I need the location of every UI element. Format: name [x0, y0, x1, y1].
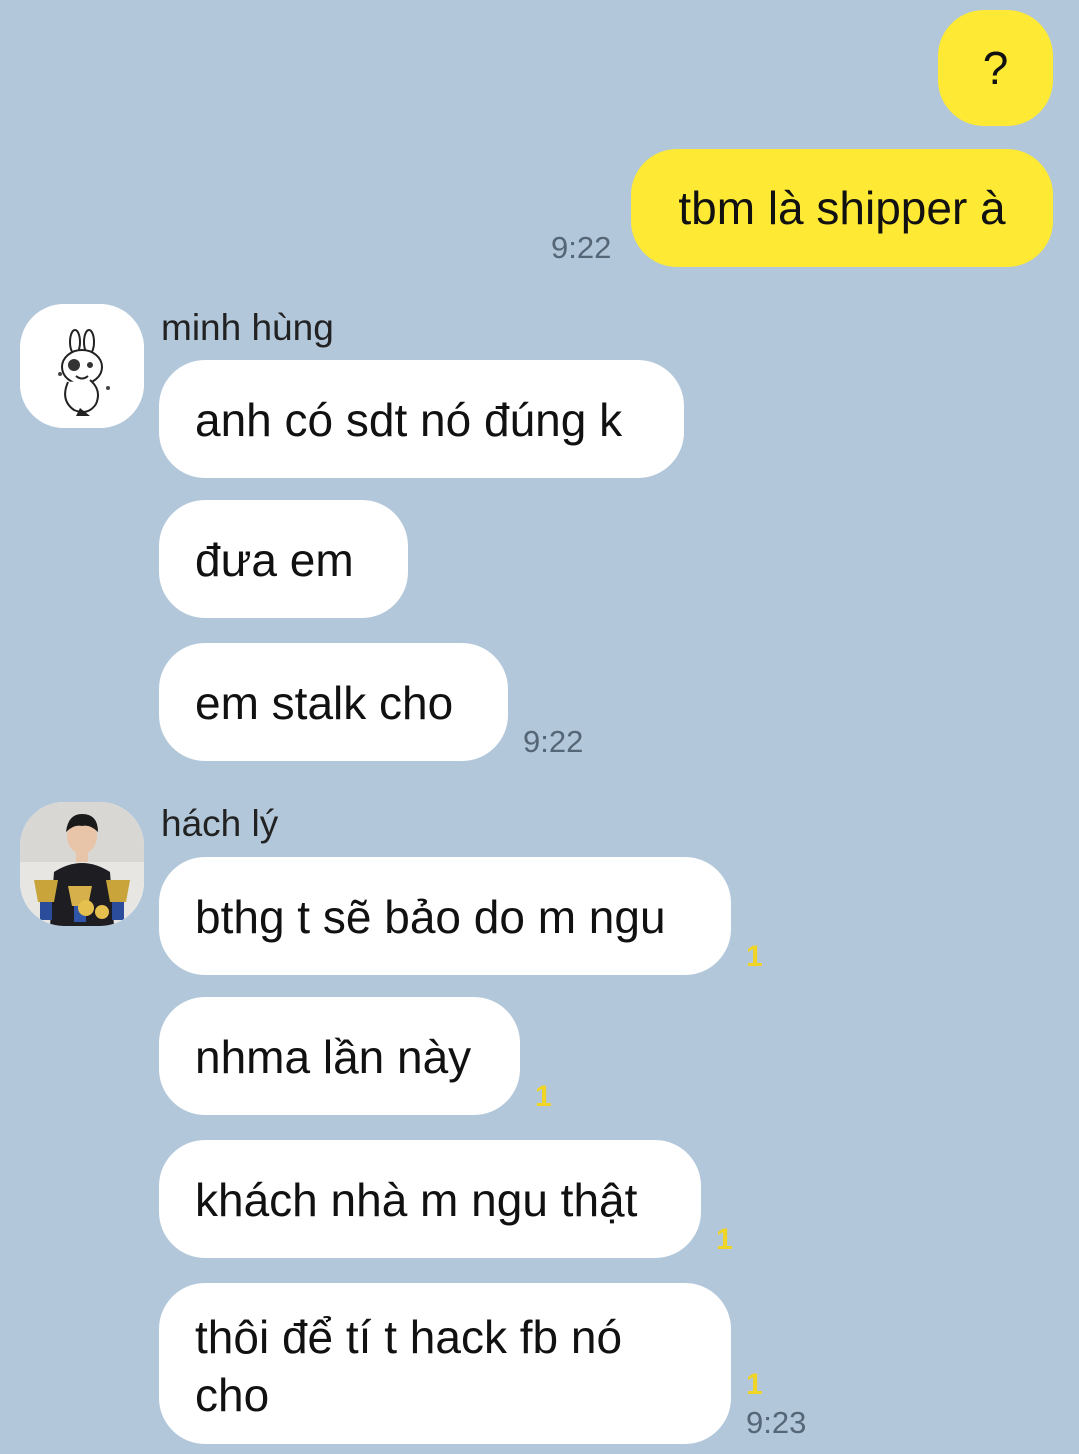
message-timestamp: 9:22	[551, 230, 612, 265]
incoming-message[interactable]: khách nhà m ngu thật	[159, 1140, 701, 1258]
sender-name: hách lý	[161, 803, 279, 844]
unread-count: 1	[535, 1080, 552, 1113]
message-timestamp: 9:22	[523, 724, 584, 759]
outgoing-message[interactable]: ?	[938, 10, 1053, 126]
unread-count: 1	[716, 1223, 733, 1256]
trophies-person-avatar-icon	[20, 802, 144, 926]
unread-count: 1	[746, 1368, 763, 1401]
chat-area[interactable]: ? tbm là shipper à 9:22 minh hùng anh có…	[0, 0, 1079, 1454]
incoming-message[interactable]: em stalk cho	[159, 643, 508, 761]
unread-count: 1	[746, 940, 763, 973]
message-timestamp: 9:23	[746, 1405, 807, 1440]
contact-avatar[interactable]	[20, 802, 144, 926]
contact-avatar[interactable]	[20, 304, 144, 428]
incoming-message[interactable]: anh có sdt nó đúng k	[159, 360, 684, 478]
incoming-message[interactable]: đưa em	[159, 500, 408, 618]
incoming-message[interactable]: bthg t sẽ bảo do m ngu	[159, 857, 731, 975]
outgoing-message[interactable]: tbm là shipper à	[631, 149, 1053, 267]
incoming-message[interactable]: nhma lần này	[159, 997, 520, 1115]
bunny-sticker-avatar-icon	[20, 304, 144, 428]
incoming-message[interactable]: thôi để tí t hack fb nó cho	[159, 1283, 731, 1444]
sender-name: minh hùng	[161, 307, 334, 348]
